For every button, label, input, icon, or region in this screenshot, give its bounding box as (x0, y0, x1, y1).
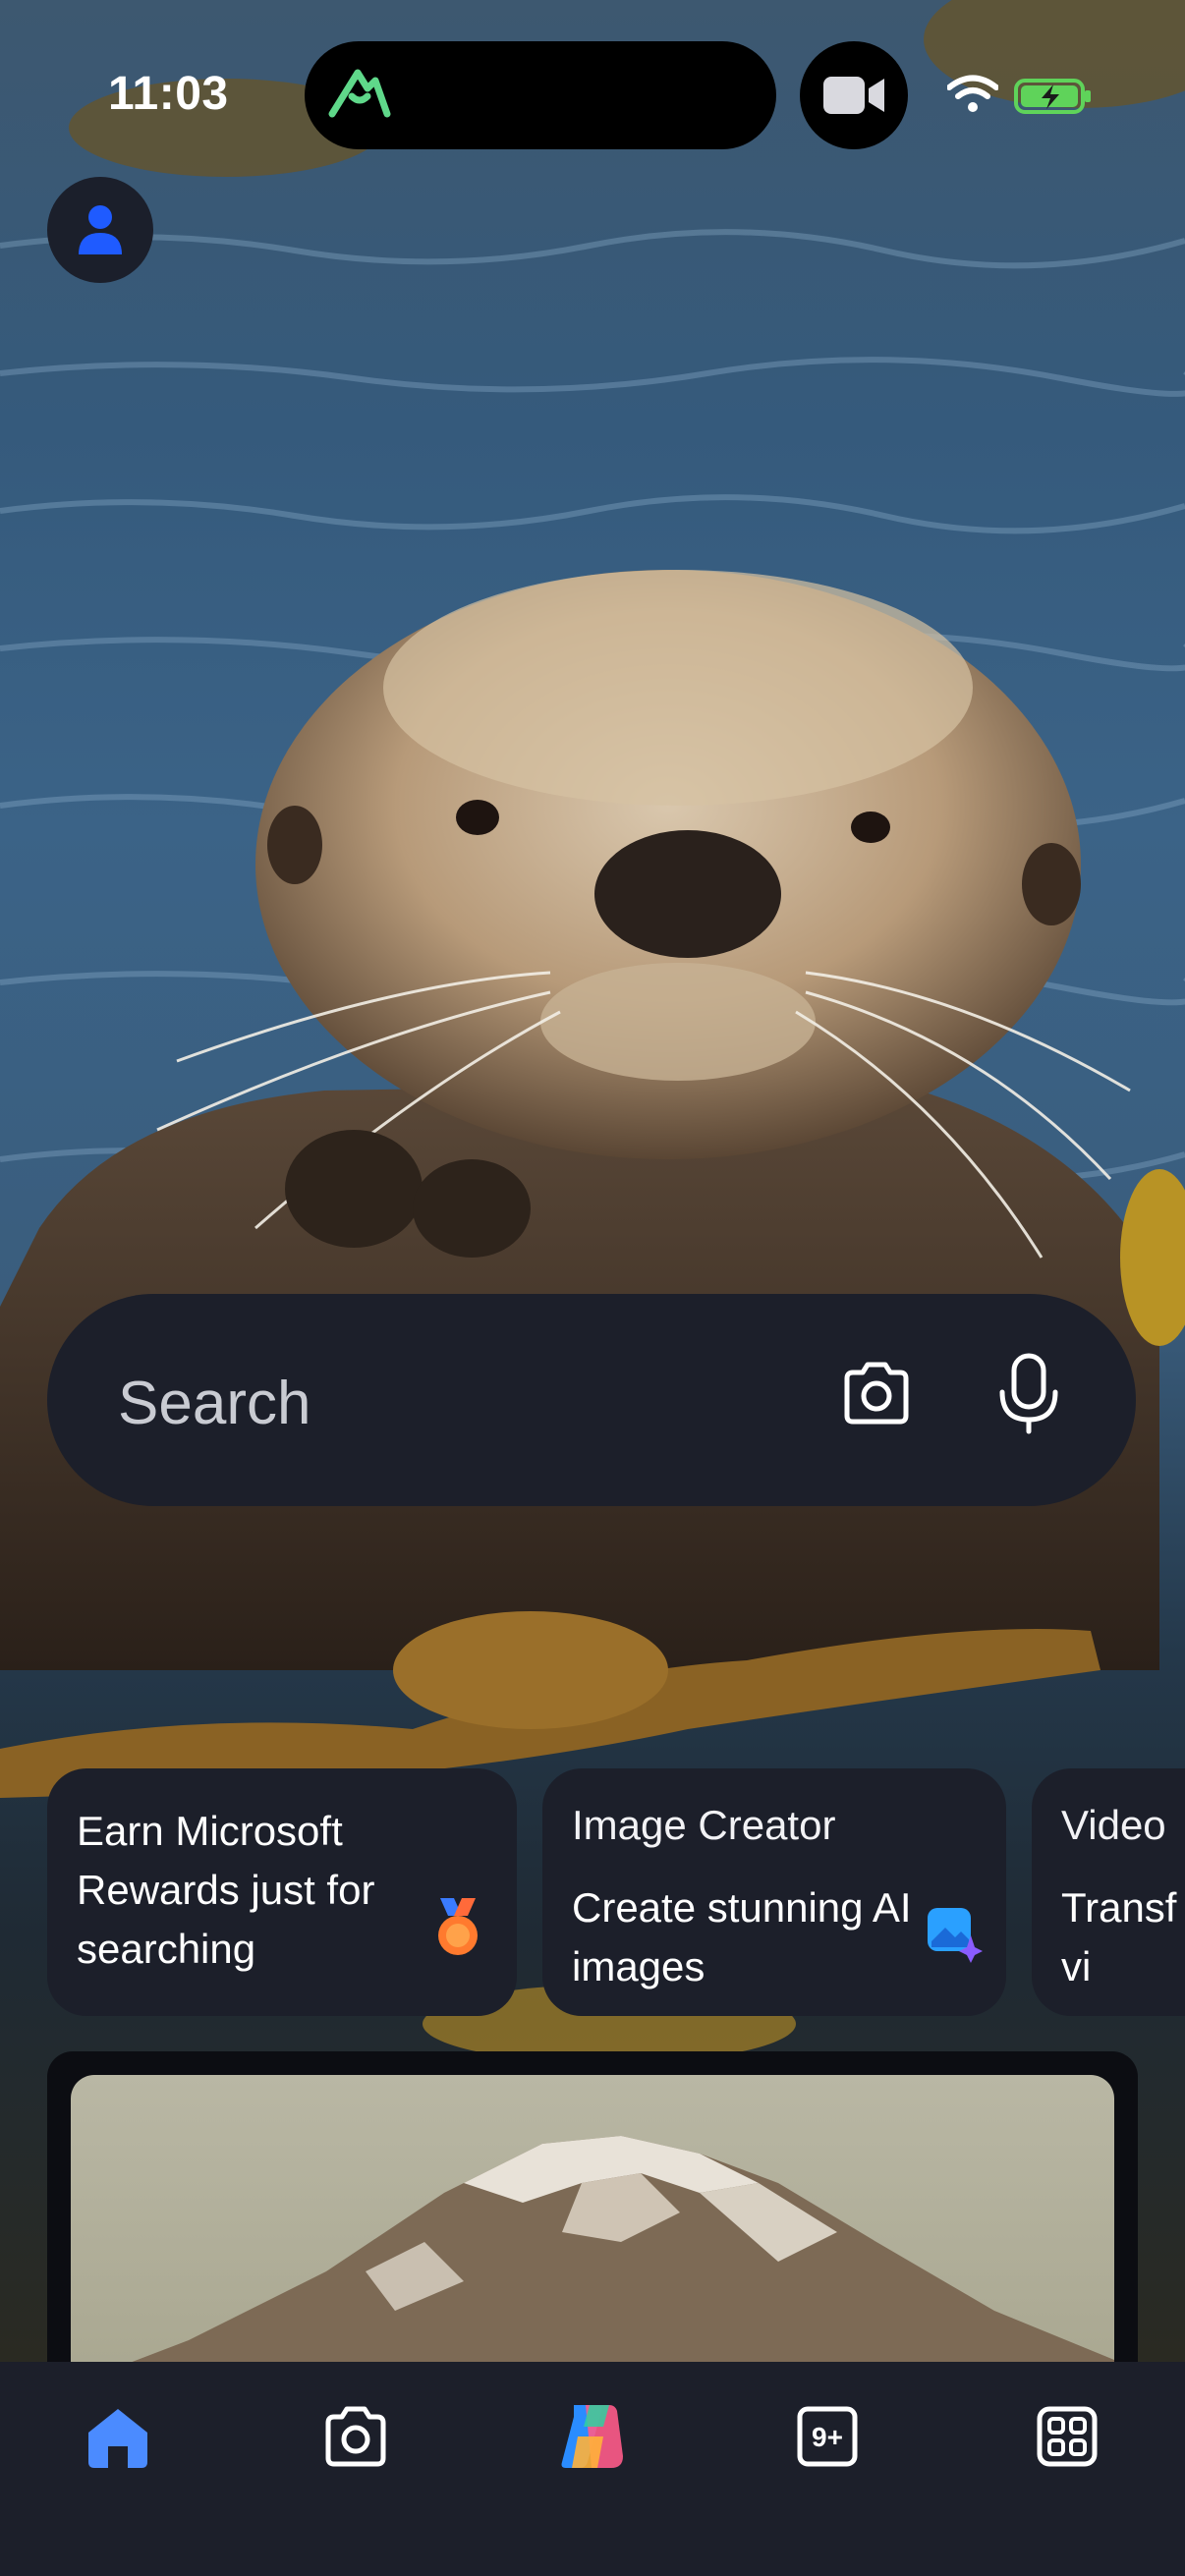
video-card-title: Video (1061, 1802, 1166, 1848)
facetime-indicator (800, 41, 908, 149)
nav-tabs[interactable]: 9+ (788, 2397, 867, 2476)
home-screen: 11:03 Search Earn Microsoft Rewards just… (0, 0, 1185, 2576)
rewards-card[interactable]: Earn Microsoft Rewards just for searchin… (47, 1768, 517, 2016)
video-card[interactable]: Video Transf into vi (1032, 1768, 1185, 2016)
copilot-icon (561, 2405, 623, 2468)
apps-grid-icon (1037, 2406, 1098, 2467)
image-creator-card[interactable]: Image Creator Create stunning AI images (542, 1768, 1006, 2016)
medal-icon (438, 1898, 478, 1955)
nav-home[interactable] (79, 2397, 157, 2476)
nav-camera[interactable] (316, 2397, 395, 2476)
feed-card[interactable] (47, 2051, 1138, 2385)
nav-copilot[interactable] (552, 2397, 631, 2476)
mountain-activity-icon (328, 69, 391, 118)
tabs-count: 9+ (812, 2422, 843, 2452)
status-time: 11:03 (108, 68, 229, 120)
nav-apps[interactable] (1028, 2397, 1106, 2476)
promo-cards-carousel[interactable]: Earn Microsoft Rewards just for searchin… (0, 1768, 1185, 2016)
video-card-body: Transf into vi (1061, 1884, 1185, 1989)
dynamic-island (305, 41, 776, 149)
person-icon (79, 205, 122, 254)
search-input[interactable]: Search (118, 1369, 310, 1438)
home-icon (88, 2409, 147, 2468)
camera-icon (325, 2406, 386, 2467)
video-camera-icon (823, 77, 884, 114)
visual-search-camera-icon[interactable] (841, 1361, 912, 1426)
search-bar[interactable]: Search (47, 1294, 1136, 1506)
bottom-navigation: 9+ (0, 2362, 1185, 2576)
feed-card-image[interactable] (71, 2075, 1114, 2385)
battery-charging-icon (1014, 79, 1091, 114)
mountain-photo (71, 2136, 1114, 2385)
image-creator-title: Image Creator (572, 1802, 836, 1848)
image-creator-icon (928, 1908, 983, 1963)
image-creator-body: Create stunning AI images (572, 1884, 912, 1989)
microphone-icon[interactable] (996, 1353, 1061, 1435)
rewards-card-text: Earn Microsoft Rewards just for searchin… (77, 1808, 375, 1972)
profile-avatar-button[interactable] (47, 177, 153, 283)
wifi-icon (947, 75, 998, 112)
